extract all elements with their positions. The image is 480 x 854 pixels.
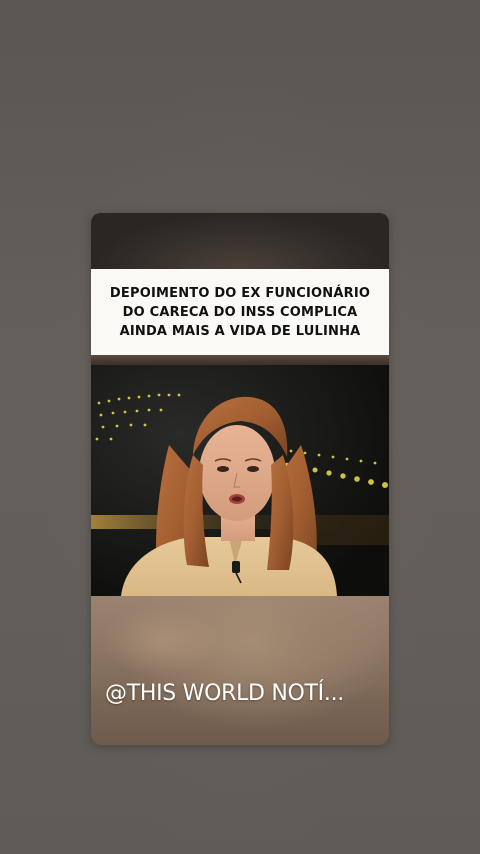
card-lower-area: @THIS WORLD NOTÍ... (91, 596, 389, 745)
headline-divider (91, 355, 389, 365)
headline-box: DEPOIMENTO DO EX FUNCIONÁRIO DO CARECA D… (91, 269, 389, 355)
channel-watermark: @THIS WORLD NOTÍ... (105, 681, 344, 706)
headline-line-1: DEPOIMENTO DO EX FUNCIONÁRIO (109, 285, 371, 301)
video-frame[interactable] (91, 365, 389, 596)
card-top-band (91, 213, 389, 269)
headline-line-2: DO CARECA DO INSS COMPLICA (122, 304, 358, 320)
headline-line-3: AINDA MAIS A VIDA DE LULINHA (119, 323, 361, 339)
video-post-card[interactable]: DEPOIMENTO DO EX FUNCIONÁRIO DO CARECA D… (91, 213, 389, 745)
